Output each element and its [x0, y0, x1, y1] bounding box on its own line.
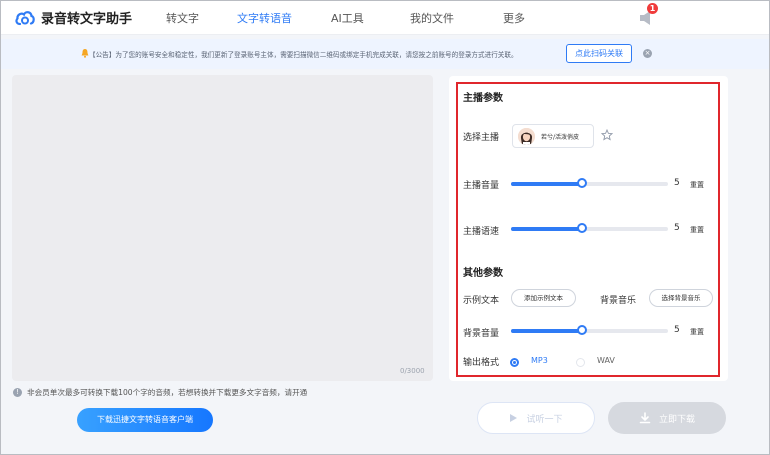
app-logo[interactable]: 录音转文字助手: [15, 8, 132, 27]
app-title: 录音转文字助手: [41, 12, 133, 27]
member-tip-text: 非会员单次最多可转换下载100个字的音频，若想转换并下载更多文字音频，请开通: [27, 388, 308, 397]
cloud-logo-icon: [15, 10, 35, 25]
play-icon: [510, 414, 518, 422]
background-volume-label: 背景音量: [463, 329, 500, 339]
announcement-bar: 【公告】为了您的账号安全和稳定性，我们更新了登录账号主体，需要扫描微信二维码或绑…: [1, 39, 769, 69]
anchor-selector[interactable]: 若兮/活泼俏皮: [512, 124, 594, 148]
listen-button-label: 试听一下: [526, 414, 563, 425]
anchor-volume-value: 5: [674, 178, 680, 188]
select-anchor-label: 选择主播: [463, 133, 500, 143]
format-wav-label[interactable]: WAV: [597, 356, 615, 365]
anchor-speed-slider[interactable]: [511, 223, 668, 233]
star-icon[interactable]: [601, 129, 613, 141]
slider-handle[interactable]: [576, 223, 587, 233]
anchor-speed-value: 5: [674, 223, 680, 233]
select-background-music-button[interactable]: 选择背景音乐: [649, 289, 713, 307]
text-input-area[interactable]: [12, 75, 433, 381]
nav-item-my-files[interactable]: 我的文件: [410, 10, 454, 26]
slider-fill: [511, 227, 582, 231]
bell-icon: [81, 49, 89, 58]
anchor-avatar: [518, 128, 535, 145]
slider-handle[interactable]: [576, 325, 587, 335]
download-icon: [639, 412, 651, 424]
add-sample-text-button[interactable]: 添加示例文本: [511, 289, 576, 307]
anchor-params-title: 主播参数: [463, 93, 503, 104]
download-now-button[interactable]: 立即下载: [608, 402, 726, 434]
slider-fill: [511, 329, 582, 333]
anchor-name: 若兮/活泼俏皮: [541, 134, 580, 141]
reset-background-volume-button[interactable]: 重置: [690, 327, 704, 337]
sample-text-label: 示例文本: [463, 296, 500, 306]
other-params-title: 其他参数: [463, 268, 503, 279]
scan-link-button[interactable]: 点此扫码关联: [566, 44, 632, 63]
close-icon[interactable]: ×: [643, 49, 652, 58]
download-now-label: 立即下载: [658, 414, 695, 425]
slider-handle[interactable]: [576, 178, 587, 188]
character-counter: 0/3000: [400, 367, 425, 375]
nav-item-more[interactable]: 更多: [503, 10, 525, 26]
listen-button[interactable]: 试听一下: [477, 402, 595, 434]
announcement-text: 【公告】为了您的账号安全和稳定性，我们更新了登录账号主体，需要扫描微信二维码或绑…: [89, 51, 518, 59]
info-icon: !: [13, 388, 22, 397]
reset-speed-button[interactable]: 重置: [690, 225, 704, 235]
anchor-speed-label: 主播语速: [463, 227, 500, 237]
output-format-label: 输出格式: [463, 358, 500, 368]
anchor-volume-slider[interactable]: [511, 178, 668, 188]
format-wav-radio[interactable]: [576, 358, 585, 367]
format-mp3-radio[interactable]: [510, 358, 519, 367]
background-music-label: 背景音乐: [600, 296, 637, 306]
nav-item-text-to-speech[interactable]: 文字转语音: [237, 10, 292, 26]
download-client-button[interactable]: 下载迅捷文字转语音客户端: [77, 408, 213, 432]
member-tip: ! 非会员单次最多可转换下载100个字的音频，若想转换并下载更多文字音频，请开通: [13, 387, 307, 398]
background-volume-slider[interactable]: [511, 325, 668, 335]
slider-fill: [511, 182, 582, 186]
background-volume-value: 5: [674, 325, 680, 335]
reset-volume-button[interactable]: 重置: [690, 180, 704, 190]
notification-badge: 1: [647, 3, 658, 14]
avatar-portrait-icon: [518, 128, 535, 145]
nav-item-ai-tools[interactable]: AI工具: [331, 10, 364, 26]
anchor-volume-label: 主播音量: [463, 181, 500, 191]
nav-item-speech-to-text[interactable]: 转文字: [166, 10, 199, 26]
format-mp3-label[interactable]: MP3: [531, 356, 548, 365]
